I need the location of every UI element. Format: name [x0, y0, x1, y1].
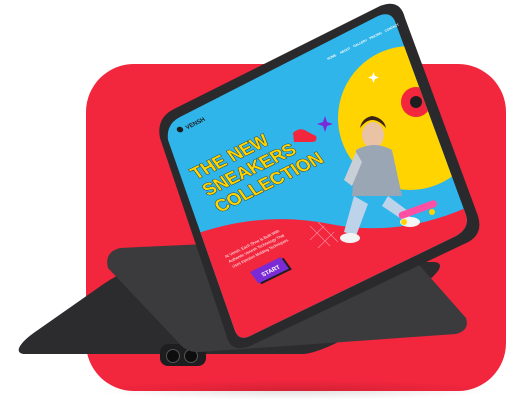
tablet-mockup: VENSH HOME ABOUT GALLERY PRICING CONTACT… — [107, 3, 480, 353]
badge-logo-icon — [410, 96, 422, 108]
